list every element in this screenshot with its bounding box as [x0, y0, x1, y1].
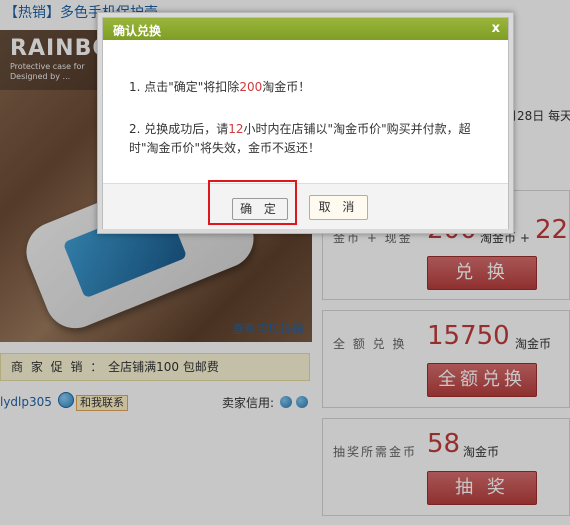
dialog-line-2: 2. 兑换成功后，请12小时内在店铺以"淘金币价"购买并付款，超时"淘金币价"将…	[129, 120, 499, 158]
line1-amount: 200	[239, 80, 263, 94]
dialog-header: 确认兑换 x	[103, 18, 508, 40]
dialog-body: 1. 点击"确定"将扣除200淘金币！ 2. 兑换成功后，请12小时内在店铺以"…	[103, 40, 508, 183]
close-icon[interactable]: x	[492, 21, 500, 36]
line2-prefix: 2. 兑换成功后，请	[129, 122, 229, 136]
line1-prefix: 1. 点击"确定"将扣除	[129, 80, 240, 94]
dialog-inner: 确认兑换 x 1. 点击"确定"将扣除200淘金币！ 2. 兑换成功后，请12小…	[102, 17, 509, 229]
confirm-button-highlight	[208, 180, 297, 225]
confirm-exchange-dialog: 确认兑换 x 1. 点击"确定"将扣除200淘金币！ 2. 兑换成功后，请12小…	[97, 12, 514, 234]
line1-suffix: 淘金币！	[262, 80, 311, 94]
cancel-button[interactable]: 取 消	[309, 195, 368, 220]
page: 【热销】多色手机保护壳 RAINBO Protective case for D…	[0, 0, 570, 525]
dialog-line-1: 1. 点击"确定"将扣除200淘金币！	[129, 78, 310, 95]
dialog-footer: 确 定 取 消	[103, 183, 508, 229]
line2-hours: 12	[228, 122, 244, 136]
dialog-title: 确认兑换	[113, 24, 162, 38]
